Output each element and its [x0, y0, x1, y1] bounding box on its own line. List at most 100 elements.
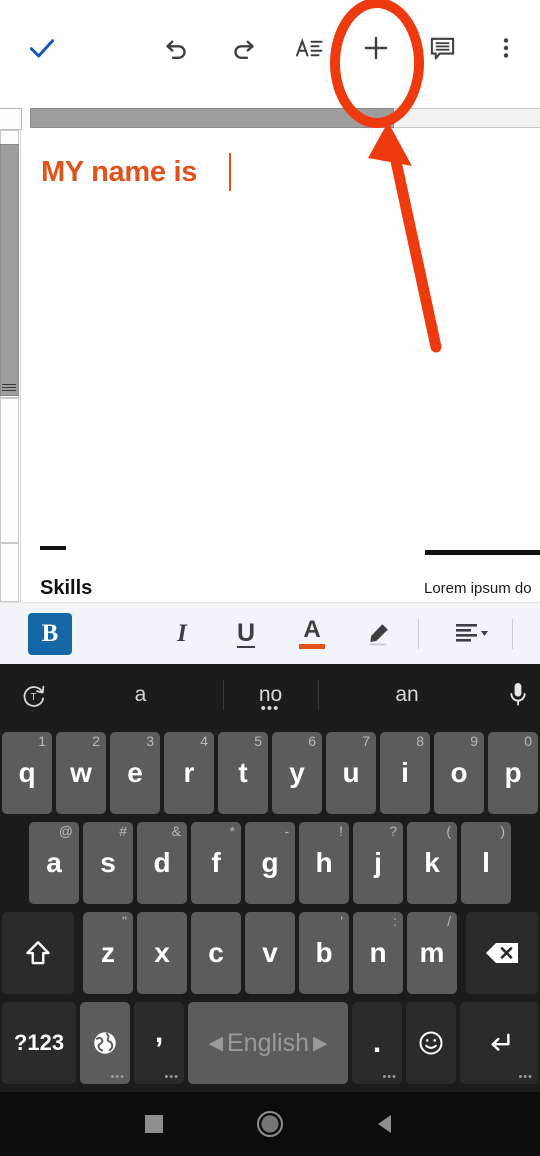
emoji-key[interactable] — [406, 1002, 456, 1084]
space-key[interactable]: ◀ English ▶ — [188, 1002, 348, 1084]
key-r-label: r — [183, 757, 195, 788]
key-d[interactable]: & d — [137, 822, 187, 904]
align-button[interactable] — [450, 613, 494, 655]
horizontal-scroll-thumb[interactable] — [30, 108, 394, 128]
key-y[interactable]: 6 y — [272, 732, 322, 814]
comma-key[interactable]: , ••• — [134, 1002, 184, 1084]
key-y-label: y — [289, 757, 305, 788]
bold-button[interactable]: B — [28, 613, 72, 655]
key-l[interactable]: ) l — [461, 822, 511, 904]
key-t[interactable]: 5 t — [218, 732, 268, 814]
done-check-icon[interactable] — [18, 24, 66, 72]
vertical-scroll-track-bottom[interactable] — [0, 543, 19, 602]
key-n-label: n — [369, 937, 387, 968]
highlight-button[interactable] — [356, 613, 400, 655]
skills-rule-mark — [40, 546, 66, 550]
key-a-sup: @ — [58, 823, 73, 839]
key-f[interactable]: * f — [191, 822, 241, 904]
period-key[interactable]: . ••• — [352, 1002, 402, 1084]
key-r[interactable]: 4 r — [164, 732, 214, 814]
enter-key-dots: ••• — [518, 1071, 533, 1083]
android-navigation-bar — [0, 1092, 540, 1156]
backspace-key[interactable] — [466, 912, 538, 994]
key-y-sup: 6 — [308, 733, 316, 749]
back-button[interactable] — [356, 1106, 416, 1142]
key-i[interactable]: 8 i — [380, 732, 430, 814]
key-p[interactable]: 0 p — [488, 732, 538, 814]
text-color-swatch — [299, 644, 325, 649]
key-q[interactable]: 1 q — [2, 732, 52, 814]
backspace-icon — [486, 943, 518, 963]
translate-icon[interactable]: T — [8, 664, 58, 726]
key-n[interactable]: : n — [353, 912, 403, 994]
key-u-label: u — [342, 757, 360, 788]
recents-square-icon — [145, 1115, 163, 1133]
key-a[interactable]: @ a — [29, 822, 79, 904]
key-h-sup: ! — [339, 823, 343, 839]
lorem-line-1[interactable]: Lorem ipsum do — [424, 580, 532, 597]
list-button[interactable] — [536, 613, 540, 655]
period-key-label: . — [372, 1026, 382, 1059]
key-w[interactable]: 2 w — [56, 732, 106, 814]
key-j[interactable]: ? j — [353, 822, 403, 904]
key-m[interactable]: / m — [407, 912, 457, 994]
insert-plus-icon[interactable] — [352, 24, 400, 72]
key-e[interactable]: 3 e — [110, 732, 160, 814]
key-v[interactable]: v — [245, 912, 295, 994]
key-s[interactable]: # s — [83, 822, 133, 904]
key-z[interactable]: " z — [83, 912, 133, 994]
key-g[interactable]: - g — [245, 822, 295, 904]
key-k[interactable]: ( k — [407, 822, 457, 904]
document-canvas[interactable]: MY name is Skills Lorem ipsum do interdu… — [0, 130, 540, 602]
onscreen-keyboard: T a no ••• an 1 q 2 w 3 e 4 r 5 t 6 y 7 … — [0, 664, 540, 1092]
suggestion-more-dots[interactable]: ••• — [258, 701, 282, 716]
key-h[interactable]: ! h — [299, 822, 349, 904]
period-key-dots: ••• — [382, 1071, 397, 1083]
underline-glyph: U — [236, 618, 256, 649]
suggestion-item-2[interactable]: an — [318, 664, 496, 726]
key-e-sup: 3 — [146, 733, 154, 749]
key-c[interactable]: c — [191, 912, 241, 994]
key-k-sup: ( — [446, 823, 451, 839]
key-t-sup: 5 — [254, 733, 262, 749]
globe-icon — [94, 1032, 116, 1054]
key-u[interactable]: 7 u — [326, 732, 376, 814]
home-circle-icon — [257, 1111, 283, 1137]
key-r-sup: 4 — [200, 733, 208, 749]
text-color-button[interactable]: A — [290, 613, 334, 655]
key-j-sup: ? — [389, 823, 397, 839]
vertical-scroll-thumb[interactable] — [0, 144, 19, 396]
format-text-icon[interactable] — [285, 24, 333, 72]
undo-icon[interactable] — [152, 24, 200, 72]
key-b-label: b — [315, 937, 333, 968]
vertical-scroll-column — [0, 130, 21, 602]
key-i-sup: 8 — [416, 733, 424, 749]
more-options-icon[interactable] — [486, 24, 526, 72]
suggestion-item-0[interactable]: a — [58, 664, 223, 726]
key-o[interactable]: 9 o — [434, 732, 484, 814]
key-u-sup: 7 — [362, 733, 370, 749]
highlighter-icon — [369, 624, 388, 646]
italic-button[interactable]: I — [160, 613, 204, 655]
recents-button[interactable] — [124, 1106, 184, 1142]
key-b[interactable]: ' b — [299, 912, 349, 994]
redo-icon[interactable] — [220, 24, 268, 72]
document-page[interactable]: MY name is Skills Lorem ipsum do interdu… — [21, 130, 540, 602]
key-x[interactable]: x — [137, 912, 187, 994]
comment-icon[interactable] — [418, 24, 466, 72]
home-button[interactable] — [240, 1106, 300, 1142]
enter-key[interactable]: ••• — [460, 1002, 538, 1084]
document-title-text[interactable]: MY name is — [41, 156, 197, 189]
scroll-grip-icon[interactable] — [2, 382, 16, 392]
key-z-sup: " — [122, 913, 127, 929]
space-prev-language-arrow[interactable]: ◀ — [208, 1032, 223, 1055]
vertical-scroll-track-mid[interactable] — [0, 398, 19, 543]
key-j-label: j — [374, 847, 382, 878]
skills-heading[interactable]: Skills — [40, 577, 92, 600]
microphone-icon[interactable] — [496, 664, 540, 726]
space-next-language-arrow[interactable]: ▶ — [313, 1032, 328, 1055]
language-globe-key[interactable]: ••• — [80, 1002, 130, 1084]
shift-key[interactable] — [2, 912, 74, 994]
underline-button[interactable]: U — [224, 613, 268, 655]
symbols-key[interactable]: ?123 — [2, 1002, 76, 1084]
